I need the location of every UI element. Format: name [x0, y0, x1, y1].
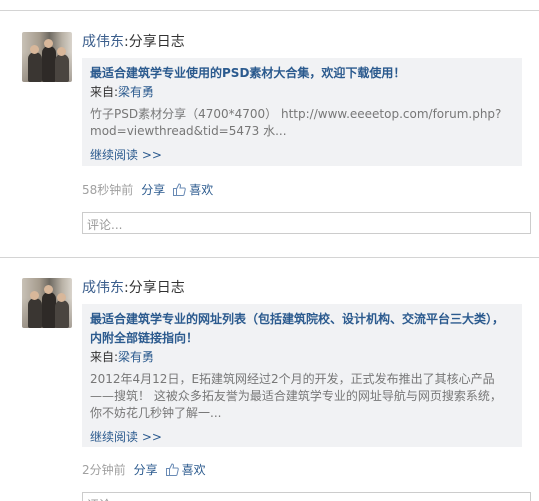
- post-header: 成伟东:分享日志: [82, 33, 185, 51]
- shared-blog-card: 最适合建筑学专业的网址列表（包括建筑院校、设计机构、交流平台三大类），内附全部链…: [82, 304, 522, 447]
- source-user-link[interactable]: 梁有勇: [118, 350, 154, 364]
- share-link[interactable]: 分享: [134, 463, 158, 477]
- thumbs-up-icon: [165, 463, 179, 476]
- post-timestamp: 58秒钟前: [82, 183, 134, 197]
- blog-excerpt: 2012年4月12日，E拓建筑网经过2个月的开发，正式发布推出了其核心产品——搜…: [90, 372, 502, 420]
- like-button[interactable]: 喜欢: [165, 463, 206, 477]
- post-action-label: :分享日志: [124, 280, 185, 296]
- share-link[interactable]: 分享: [141, 183, 165, 197]
- post-meta: 2分钟前 分享 喜欢: [82, 462, 206, 478]
- read-more-link[interactable]: 继续阅读 >>: [90, 146, 162, 164]
- avatar[interactable]: [22, 278, 72, 328]
- post-action-label: :分享日志: [124, 34, 185, 50]
- top-divider: [0, 10, 539, 11]
- shared-blog-card: 最适合建筑学专业使用的PSD素材大合集，欢迎下载使用！ 来自:梁有勇 竹子PSD…: [82, 58, 522, 166]
- blog-excerpt: 竹子PSD素材分享（4700*4700） http://www.eeeetop.…: [90, 107, 502, 138]
- post-divider: [0, 257, 539, 258]
- post-header: 成伟东:分享日志: [82, 279, 185, 297]
- source-line: 来自:梁有勇: [90, 348, 512, 367]
- avatar[interactable]: [22, 32, 72, 82]
- author-name-link[interactable]: 成伟东: [82, 280, 124, 296]
- author-name-link[interactable]: 成伟东: [82, 34, 124, 50]
- source-prefix: 来自:: [90, 350, 119, 364]
- source-prefix: 来自:: [90, 85, 119, 99]
- thumbs-up-icon: [173, 183, 187, 196]
- like-button[interactable]: 喜欢: [173, 183, 213, 197]
- source-line: 来自:梁有勇: [90, 83, 512, 102]
- like-label: 喜欢: [181, 463, 206, 477]
- blog-title-link[interactable]: 最适合建筑学专业使用的PSD素材大合集，欢迎下载使用！: [90, 64, 512, 83]
- blog-title-link[interactable]: 最适合建筑学专业的网址列表（包括建筑院校、设计机构、交流平台三大类），内附全部链…: [90, 310, 512, 348]
- activity-feed: 成伟东:分享日志 最适合建筑学专业使用的PSD素材大合集，欢迎下载使用！ 来自:…: [0, 0, 539, 501]
- comment-input[interactable]: [82, 492, 531, 501]
- source-user-link[interactable]: 梁有勇: [118, 85, 154, 99]
- post-timestamp: 2分钟前: [82, 463, 126, 477]
- post-meta: 58秒钟前 分享 喜欢: [82, 182, 213, 198]
- like-label: 喜欢: [189, 183, 214, 197]
- comment-input[interactable]: [82, 212, 531, 234]
- read-more-link[interactable]: 继续阅读 >>: [90, 428, 162, 446]
